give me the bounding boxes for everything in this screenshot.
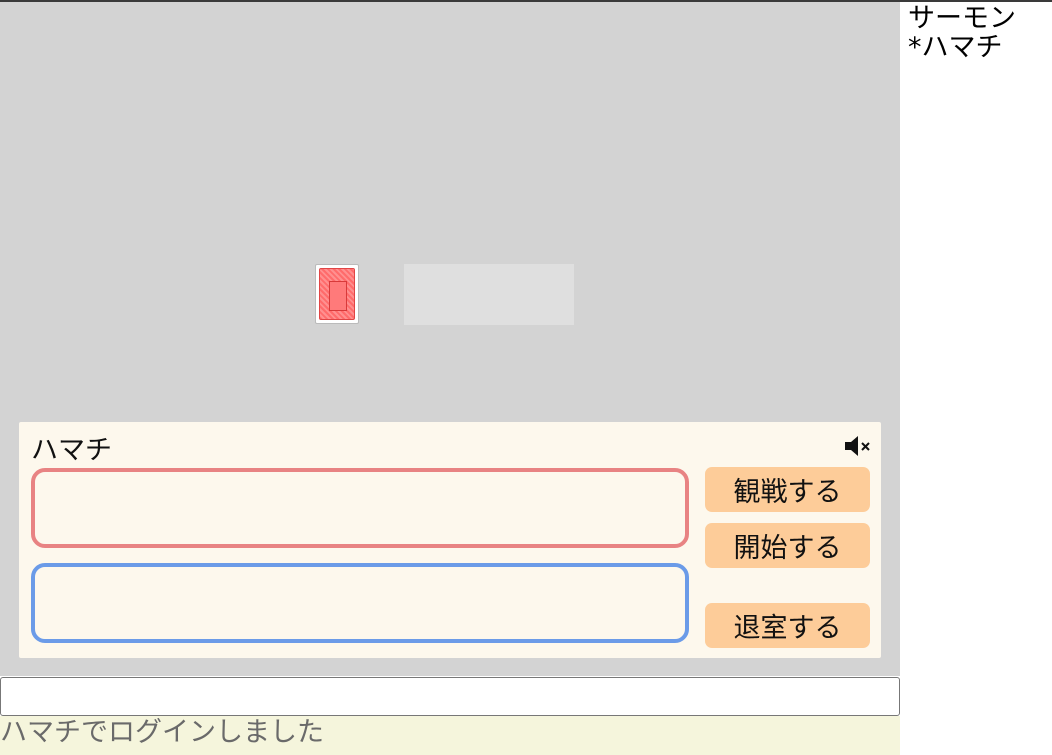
card-back-icon [319,268,355,320]
field-card-slot [404,264,574,325]
member-list: サーモン *ハマチ [908,4,1052,62]
start-button[interactable]: 開始する [705,523,870,568]
hand-area-blue [31,563,689,643]
log-line: ハマチでログインしました [0,717,324,748]
member-item: *ハマチ [908,32,1003,63]
hand-area-red [31,468,689,548]
member-item: サーモン [908,3,1016,34]
speaker-muted-icon[interactable] [843,434,875,458]
player-panel: ハマチ 観戦する 開始する 退室する [19,422,881,658]
watch-button[interactable]: 観戦する [705,467,870,512]
leave-button[interactable]: 退室する [705,603,870,648]
message-log: ハマチでログインしました [0,716,900,755]
deck-card[interactable] [315,264,359,324]
chat-input[interactable] [0,677,900,716]
player-name: ハマチ [31,435,112,466]
